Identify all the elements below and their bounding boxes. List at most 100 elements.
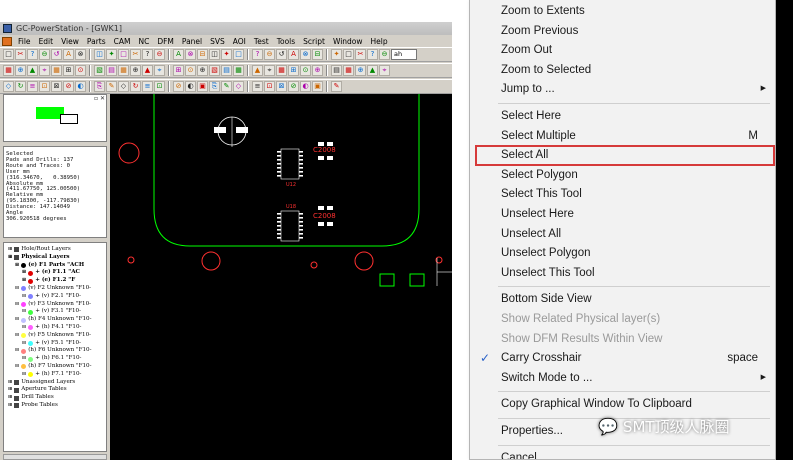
- menu-parts[interactable]: Parts: [83, 37, 110, 46]
- menu-aoi[interactable]: AOI: [229, 37, 250, 46]
- menu-cam[interactable]: CAM: [110, 37, 135, 46]
- toolbar-tool-icon[interactable]: ⌖: [154, 65, 165, 76]
- expand-toggle-icon[interactable]: ⊟: [15, 316, 19, 324]
- toolbar-tool-icon[interactable]: ↻: [15, 81, 26, 92]
- layer-tree-item[interactable]: ⊟ + (v) F3.1 "F10-: [6, 308, 104, 316]
- menu-item-select-polygon[interactable]: Select Polygon: [470, 166, 775, 184]
- expand-toggle-icon[interactable]: ⊟: [22, 277, 26, 285]
- toolbar-tool-icon[interactable]: ◐: [75, 81, 86, 92]
- toolbar-tool-icon[interactable]: ⊖: [39, 49, 50, 60]
- toolbar-tool-icon[interactable]: ✎: [221, 81, 232, 92]
- toolbar-tool-icon[interactable]: ◐: [300, 81, 311, 92]
- layer-color-swatch[interactable]: [28, 294, 34, 300]
- toolbar-tool-icon[interactable]: A: [173, 49, 184, 60]
- layer-color-swatch[interactable]: [21, 286, 27, 292]
- menu-item-switch-mode-to[interactable]: Switch Mode to ... ▶: [470, 369, 775, 387]
- toolbar-tool-icon[interactable]: ≡: [252, 81, 263, 92]
- toolbar-tool-icon[interactable]: ⊟: [312, 49, 323, 60]
- expand-toggle-icon[interactable]: ⊟: [15, 332, 19, 340]
- toolbar-tool-icon[interactable]: ◫: [209, 49, 220, 60]
- expand-toggle-icon[interactable]: ⊟: [22, 340, 26, 348]
- toolbar-tool-icon[interactable]: ⎘: [94, 81, 105, 92]
- toolbar-tool-icon[interactable]: A: [288, 49, 299, 60]
- toolbar-tool-icon[interactable]: ⊞: [63, 65, 74, 76]
- layer-color-swatch[interactable]: [21, 348, 27, 354]
- toolbar-tool-icon[interactable]: ⊕: [130, 65, 141, 76]
- menu-item-unselect-this-tool[interactable]: Unselect This Tool: [470, 264, 775, 282]
- toolbar-tool-icon[interactable]: ⊙: [75, 65, 86, 76]
- menu-edit[interactable]: Edit: [35, 37, 58, 46]
- menu-item-zoom-out[interactable]: Zoom Out: [470, 41, 775, 59]
- layer-tree-item[interactable]: ⊞ Hole/Rout Layers: [6, 246, 104, 254]
- layer-color-swatch[interactable]: [28, 325, 34, 331]
- menu-item-carry-crosshair[interactable]: Carry Crosshair ✓ space: [470, 349, 775, 367]
- toolbar-tool-icon[interactable]: ⊡: [154, 81, 165, 92]
- toolbar-tool-icon[interactable]: ⊖: [379, 49, 390, 60]
- expand-toggle-icon[interactable]: ⊟: [15, 285, 19, 293]
- layer-tree-item[interactable]: ⊟ + (h) F4.1 "F10-: [6, 324, 104, 332]
- toolbar-tool-icon[interactable]: ↺: [276, 49, 287, 60]
- toolbar-tool-icon[interactable]: ⊙: [300, 65, 311, 76]
- toolbar-tool-icon[interactable]: ▧: [209, 65, 220, 76]
- toolbar-tool-icon[interactable]: ⊡: [39, 81, 50, 92]
- layer-tree-item[interactable]: ⊟ (v) F5 Unknown "F10-: [6, 332, 104, 340]
- menu-script[interactable]: Script: [299, 37, 329, 46]
- toolbar-tool-icon[interactable]: ▲: [367, 65, 378, 76]
- layer-tree-item[interactable]: ⊟ (h) F4 Unknown "F10-: [6, 316, 104, 324]
- toolbar-tool-icon[interactable]: ▦: [343, 65, 354, 76]
- layer-color-swatch[interactable]: [28, 372, 34, 378]
- layer-tree-item[interactable]: ⊞ Drill Tables: [6, 394, 104, 402]
- toolbar-tool-icon[interactable]: ⊗: [300, 49, 311, 60]
- toolbar-tool-icon[interactable]: □: [118, 49, 129, 60]
- toolbar-tool-icon[interactable]: ▦: [276, 65, 287, 76]
- toolbar-tool-icon[interactable]: ▤: [106, 65, 117, 76]
- menu-item-select-here[interactable]: Select Here: [470, 107, 775, 125]
- toolbar-tool-icon[interactable]: ↻: [130, 81, 141, 92]
- toolbar-tool-icon[interactable]: ✎: [106, 81, 117, 92]
- expand-toggle-icon[interactable]: ⊟: [22, 293, 26, 301]
- layer-select[interactable]: ah: [391, 49, 417, 60]
- menu-dfm[interactable]: DFM: [153, 37, 178, 46]
- toolbar-tool-icon[interactable]: ⊗: [75, 49, 86, 60]
- toolbar-tool-icon[interactable]: ▣: [197, 81, 208, 92]
- expand-toggle-icon[interactable]: ⊟: [22, 308, 26, 316]
- toolbar-tool-icon[interactable]: ⊖: [154, 49, 165, 60]
- toolbar-tool-icon[interactable]: ✂: [15, 49, 26, 60]
- expand-toggle-icon[interactable]: ⊟: [22, 269, 26, 277]
- toolbar-tool-icon[interactable]: ▲: [142, 65, 153, 76]
- expand-toggle-icon[interactable]: ⊞: [8, 386, 12, 394]
- toolbar-tool-icon[interactable]: ⊕: [312, 65, 323, 76]
- toolbar-tool-icon[interactable]: ▧: [94, 65, 105, 76]
- toolbar-tool-icon[interactable]: ⊕: [197, 65, 208, 76]
- toolbar-tool-icon[interactable]: ⊗: [185, 49, 196, 60]
- menu-item-select-all[interactable]: Select All: [470, 146, 775, 164]
- expand-toggle-icon[interactable]: ⊟: [22, 355, 26, 363]
- expand-toggle-icon[interactable]: ⊟: [22, 371, 26, 379]
- expand-toggle-icon[interactable]: ⊞: [8, 394, 12, 402]
- toolbar-tool-icon[interactable]: ▦: [3, 65, 14, 76]
- layer-color-swatch[interactable]: [21, 333, 27, 339]
- graphics-canvas[interactable]: U12 C2008 U18 C2008: [110, 94, 452, 460]
- layer-tree-item[interactable]: ⊟ + (h) F6.1 "F10-: [6, 355, 104, 363]
- toolbar-tool-icon[interactable]: ⊙: [185, 65, 196, 76]
- toolbar-tool-icon[interactable]: A: [63, 49, 74, 60]
- toolbar-tool-icon[interactable]: ◇: [233, 81, 244, 92]
- toolbar-tool-icon[interactable]: ≡: [27, 81, 38, 92]
- menu-test[interactable]: Test: [250, 37, 273, 46]
- toolbar-tool-icon[interactable]: ⌖: [264, 65, 275, 76]
- toolbar-tool-icon[interactable]: ⌖: [379, 65, 390, 76]
- menu-item-copy-graphical-window-to-clipboard[interactable]: Copy Graphical Window To Clipboard: [470, 395, 775, 413]
- toolbar-tool-icon[interactable]: ⊘: [173, 81, 184, 92]
- menu-window[interactable]: Window: [329, 37, 367, 46]
- toolbar-tool-icon[interactable]: ◇: [3, 81, 14, 92]
- menu-svs[interactable]: SVS: [206, 37, 229, 46]
- expand-toggle-icon[interactable]: ⊞: [8, 246, 12, 254]
- menu-item-select-this-tool[interactable]: Select This Tool: [470, 185, 775, 203]
- toolbar-tool-icon[interactable]: ≡: [142, 81, 153, 92]
- layer-color-swatch[interactable]: [21, 364, 27, 370]
- toolbar-tool-icon[interactable]: ⊡: [264, 81, 275, 92]
- expand-toggle-icon[interactable]: ⊟: [15, 363, 19, 371]
- menu-item-cancel[interactable]: Cancel: [470, 449, 775, 459]
- toolbar-tool-icon[interactable]: ▦: [51, 65, 62, 76]
- toolbar-tool-icon[interactable]: ⊞: [173, 65, 184, 76]
